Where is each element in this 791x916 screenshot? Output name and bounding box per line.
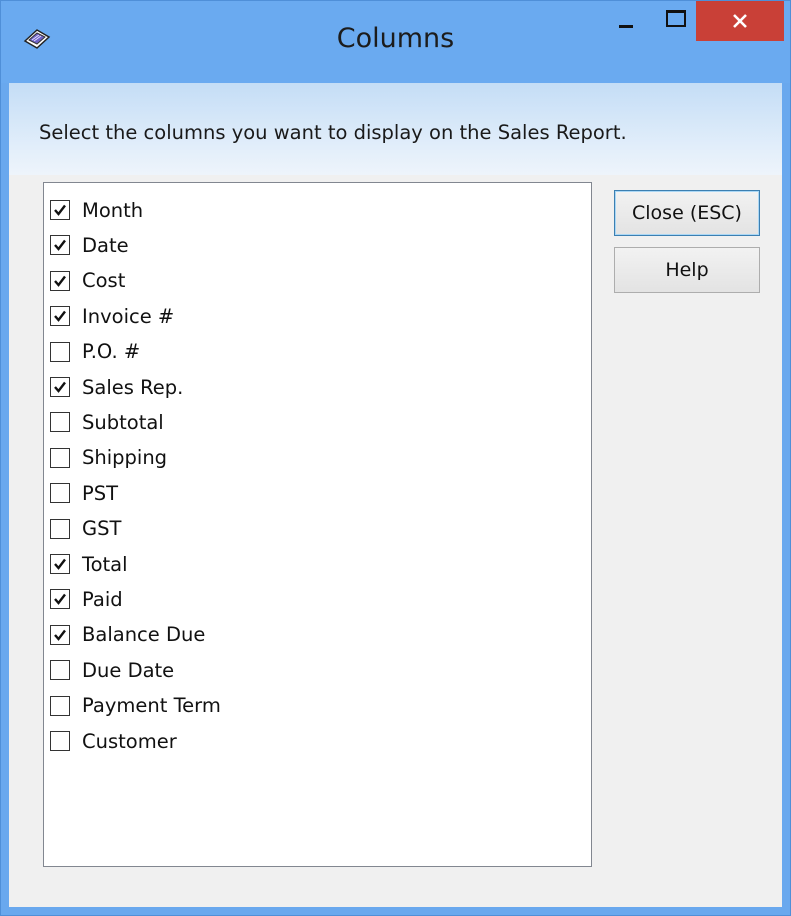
instructions-band: Select the columns you want to display o… <box>9 83 782 175</box>
checkbox-checked[interactable] <box>50 200 70 220</box>
checklist-item[interactable]: Due Date <box>50 653 174 687</box>
checklist-item-label: Customer <box>82 729 177 753</box>
checkmark-icon <box>54 629 66 641</box>
checkmark-icon <box>54 275 66 287</box>
checklist-item-label: Total <box>82 552 128 576</box>
close-icon <box>733 14 747 28</box>
checkbox-checked[interactable] <box>50 589 70 610</box>
checkmark-icon <box>54 310 66 323</box>
checkbox-checked[interactable] <box>50 377 70 397</box>
checklist-item-label: Date <box>82 233 129 257</box>
checklist-item-label: Subtotal <box>82 410 164 434</box>
checklist-item[interactable]: Cost <box>50 264 125 298</box>
columns-checklist[interactable]: Month Date Cost Invoice # P.O. # Sales Rep. Su… <box>43 182 592 867</box>
help-button[interactable]: Help <box>614 247 760 293</box>
checklist-item[interactable]: Month <box>50 193 143 227</box>
checklist-item[interactable]: Customer <box>50 724 177 758</box>
checkbox-unchecked[interactable] <box>50 731 70 751</box>
dialog-client-area: Select the columns you want to display o… <box>9 83 782 907</box>
checklist-item-label: Payment Term <box>82 694 221 718</box>
checklist-item[interactable]: P.O. # <box>50 335 140 369</box>
checklist-item-label: Paid <box>82 587 123 611</box>
checklist-item[interactable]: Balance Due <box>50 618 205 652</box>
checklist-item[interactable]: PST <box>50 476 118 510</box>
checkmark-icon <box>54 594 66 606</box>
checklist-item[interactable]: Payment Term <box>50 689 221 723</box>
checkbox-checked[interactable] <box>50 554 70 574</box>
maximize-icon <box>666 9 686 27</box>
checklist-item-label: PST <box>82 481 119 505</box>
checklist-item[interactable]: Subtotal <box>50 405 164 439</box>
checklist-item-label: Sales Rep. <box>82 375 184 399</box>
checkbox-checked[interactable] <box>50 624 70 645</box>
checkbox-unchecked[interactable] <box>50 695 70 716</box>
checkmark-icon <box>54 240 66 252</box>
checkbox-unchecked[interactable] <box>50 660 70 681</box>
checklist-item[interactable]: GST <box>50 512 121 546</box>
minimize-icon <box>619 24 633 28</box>
checklist-item-label: Cost <box>82 269 126 293</box>
columns-dialog: Columns Select the columns you want to d… <box>0 0 791 916</box>
minimize-button[interactable] <box>601 1 651 41</box>
checklist-item-label: Balance Due <box>82 623 206 647</box>
checkbox-unchecked[interactable] <box>50 341 70 362</box>
checkbox-unchecked[interactable] <box>50 483 70 504</box>
close-esc-button[interactable]: Close (ESC) <box>614 190 760 236</box>
checklist-item-label: Month <box>82 198 144 222</box>
checkbox-unchecked[interactable] <box>50 447 70 468</box>
checklist-item[interactable]: Date <box>50 228 129 262</box>
checklist-item-label: P.O. # <box>82 340 141 364</box>
instructions-text: Select the columns you want to display o… <box>39 121 627 144</box>
checklist-item-label: GST <box>82 517 122 541</box>
checklist-item[interactable]: Invoice # <box>50 299 174 333</box>
checkmark-icon <box>54 558 66 570</box>
checklist-item[interactable]: Sales Rep. <box>50 370 183 404</box>
checklist-item-label: Invoice # <box>82 304 175 328</box>
checkbox-unchecked[interactable] <box>50 412 70 433</box>
checklist-item-label: Due Date <box>82 658 175 682</box>
checklist-item-label: Shipping <box>82 446 168 470</box>
maximize-button[interactable] <box>651 1 701 41</box>
checkbox-checked[interactable] <box>50 270 70 291</box>
checkmark-icon <box>54 381 66 393</box>
title-bar[interactable]: Columns <box>1 1 790 83</box>
close-window-button[interactable] <box>696 1 784 41</box>
checklist-item[interactable]: Shipping <box>50 441 167 475</box>
checkbox-unchecked[interactable] <box>50 518 70 539</box>
checkbox-checked[interactable] <box>50 306 70 327</box>
checkbox-checked[interactable] <box>50 235 70 256</box>
checklist-item[interactable]: Total <box>50 547 128 581</box>
checklist-item[interactable]: Paid <box>50 582 123 616</box>
checkmark-icon <box>54 204 66 216</box>
